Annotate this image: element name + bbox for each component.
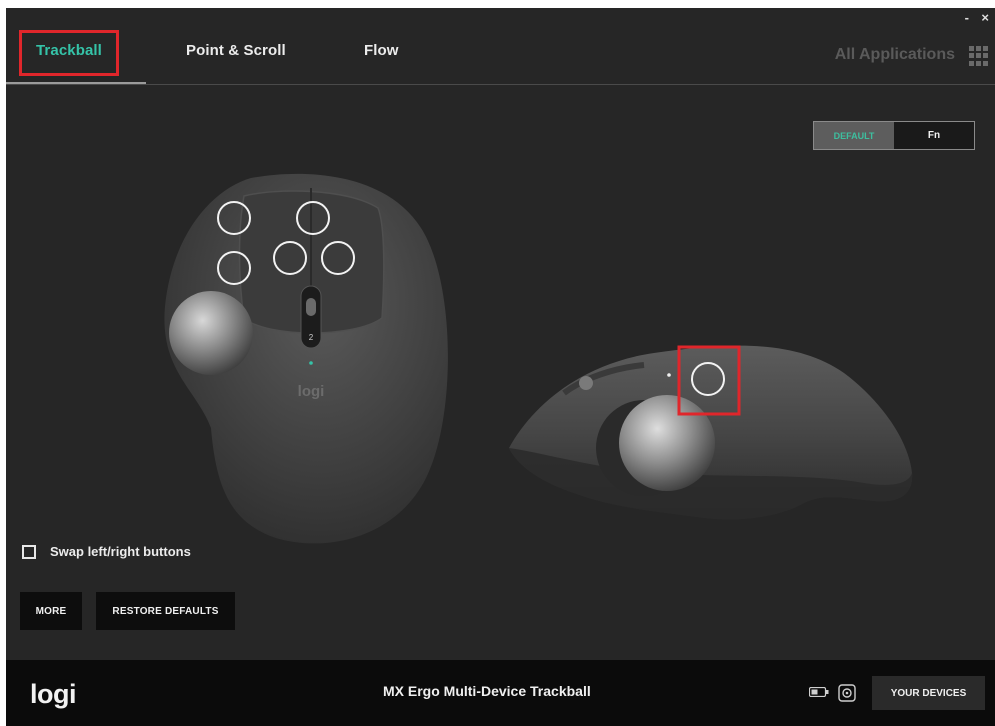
- swap-buttons-checkbox[interactable]: [22, 544, 36, 559]
- mode-default-button[interactable]: DEFAULT: [814, 122, 894, 149]
- more-button[interactable]: MORE: [20, 592, 82, 630]
- mouse-top-view: 2 logi: [164, 173, 448, 544]
- dpi-badge: 2: [309, 333, 314, 342]
- minimize-button[interactable]: -: [965, 10, 969, 25]
- tab-flow[interactable]: Flow: [364, 42, 399, 59]
- close-button[interactable]: ×: [981, 10, 989, 25]
- battery-icon: [809, 687, 829, 697]
- your-devices-button[interactable]: YOUR DEVICES: [872, 676, 985, 710]
- device-name: MX Ergo Multi-Device Trackball: [383, 683, 591, 699]
- logi-options-window: - × Trackball Point & Scroll Flow All Ap…: [6, 8, 995, 726]
- unifying-receiver-icon: [838, 684, 856, 702]
- logi-logo: logi: [30, 679, 77, 709]
- footer-bar: logi MX Ergo Multi-Device Trackball YOUR…: [6, 660, 995, 726]
- mode-toggle[interactable]: DEFAULT Fn: [813, 121, 975, 150]
- tab-divider: [6, 84, 995, 85]
- mouse-side-view: [509, 345, 913, 520]
- restore-defaults-button[interactable]: RESTORE DEFAULTS: [96, 592, 235, 630]
- all-applications-label[interactable]: All Applications: [835, 46, 955, 64]
- mouse-logo: logi: [298, 383, 325, 400]
- grid-icon[interactable]: [969, 46, 989, 66]
- tab-point-and-scroll[interactable]: Point & Scroll: [186, 42, 286, 59]
- mode-fn-button[interactable]: Fn: [894, 122, 974, 149]
- tab-trackball[interactable]: Trackball: [36, 42, 102, 59]
- swap-buttons-row: Swap left/right buttons: [22, 544, 191, 559]
- swap-buttons-label: Swap left/right buttons: [50, 544, 191, 559]
